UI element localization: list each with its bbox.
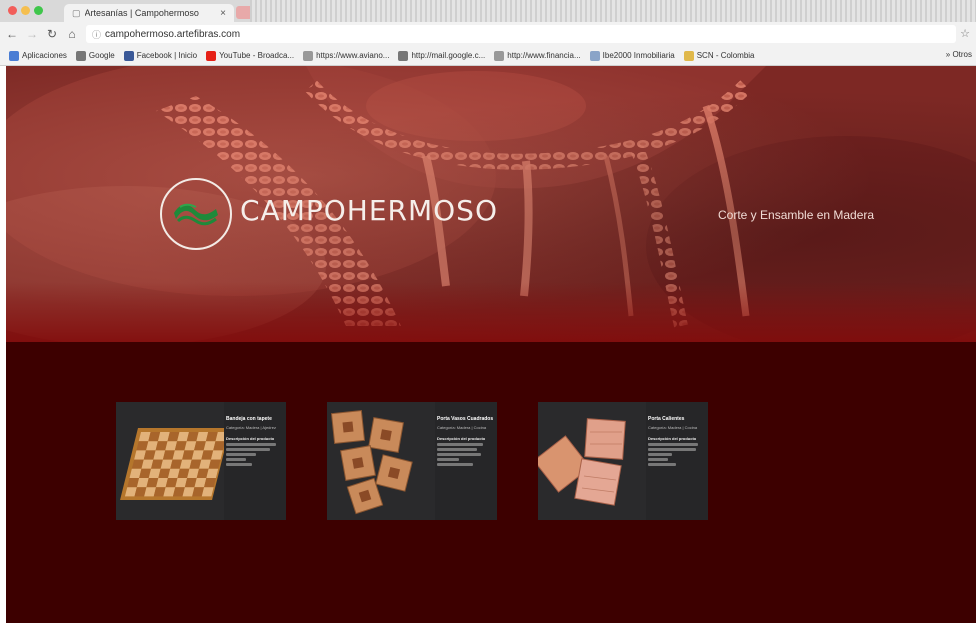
browser-toolbar: ← → ↻ ⌂ ⓘ campohermoso.artefibras.com [0,22,976,46]
description-line [437,463,473,466]
description-line [226,453,256,456]
facebook-icon [123,50,134,61]
bookmark-item[interactable]: https://www.aviano... [303,50,390,61]
product-title: Porta Vasos Cuadrados [437,416,494,422]
google-icon [398,50,409,61]
product-card-text: Bandeja con tapete Categoría: Madera | A… [226,416,284,468]
trivets-image [538,402,646,520]
bookmark-label: https://www.aviano... [316,51,390,60]
maximize-window-icon[interactable] [34,6,43,15]
bookmark-item[interactable]: Facebook | Inicio [123,50,198,61]
product-card-chessboard-tray[interactable]: Bandeja con tapete Categoría: Madera | A… [116,402,286,520]
description-line [648,463,676,466]
browser-tab-strip: ▢ Artesanías | Campohermoso × [0,0,976,22]
google-icon [75,50,86,61]
products-section: Bandeja con tapete Categoría: Madera | A… [6,342,976,623]
folder-icon [589,50,600,61]
bookmark-label: http://mail.google.c... [411,51,486,60]
hero-banner: CAMPOHERMOSO Corte y Ensamble en Madera [6,66,976,342]
minimize-window-icon[interactable] [21,6,30,15]
close-window-icon[interactable] [8,6,17,15]
description-line [648,453,672,456]
bookmark-item[interactable]: Aplicaciones [9,50,67,61]
hero-bottom-fade [6,282,976,342]
product-description-title: Descripción del producto [648,436,697,441]
close-tab-icon[interactable]: × [220,8,226,19]
product-card-square-coasters[interactable]: Porta Vasos Cuadrados Categoría: Madera … [327,402,497,520]
chessboard-tray-image [116,402,224,520]
bookmark-item[interactable]: http://www.financia... [494,50,581,61]
description-line [437,443,483,446]
home-icon[interactable]: ⌂ [64,27,80,41]
window-controls [8,6,43,15]
description-line [648,458,668,461]
site-tagline: Corte y Ensamble en Madera [718,208,875,222]
product-subtitle: Categoría: Madera | Ajedrez [226,425,276,430]
back-icon[interactable]: ← [4,27,20,41]
bookmark-label: http://www.financia... [507,51,581,60]
forward-icon[interactable]: → [24,27,40,41]
bookmark-label: SCN - Colombia [696,51,755,60]
reload-icon[interactable]: ↻ [44,27,60,41]
product-card-text: Porta Calientes Categoría: Madera | Coci… [648,416,706,468]
logo-emblem-icon [174,203,218,226]
page-icon [303,50,314,61]
description-line [437,453,481,456]
product-subtitle: Categoría: Madera | Cocina [437,425,487,430]
bookmark-item[interactable]: SCN - Colombia [683,50,755,61]
description-line [226,463,252,466]
product-title: Porta Calientes [648,416,685,422]
brand-logo[interactable] [160,178,232,250]
folder-icon [683,50,694,61]
address-bar[interactable]: ⓘ campohermoso.artefibras.com [86,25,956,43]
bookmark-item[interactable]: Google [75,50,115,61]
bookmark-item[interactable]: YouTube - Broadca... [206,50,295,61]
description-line [648,448,696,451]
product-description-title: Descripción del producto [226,436,275,441]
url-text: campohermoso.artefibras.com [105,28,241,40]
product-card-trivets[interactable]: Porta Calientes Categoría: Madera | Coci… [538,402,708,520]
bookmark-item[interactable]: Ibe2000 Inmobiliaria [589,50,675,61]
product-card-text: Porta Vasos Cuadrados Categoría: Madera … [437,416,495,468]
youtube-icon [206,50,217,61]
description-line [226,443,276,446]
bookmark-label: Aplicaciones [22,51,67,60]
page-icon [494,50,505,61]
bookmark-label: YouTube - Broadca... [219,51,295,60]
description-line [226,448,270,451]
bookmark-item[interactable]: http://mail.google.c... [398,50,486,61]
description-line [437,448,477,451]
product-title: Bandeja con tapete [226,416,272,422]
page-favicon-icon: ▢ [72,7,81,18]
square-coasters-image [327,402,435,520]
bookmark-label: Facebook | Inicio [136,51,198,60]
other-bookmarks-button[interactable]: » Otros [946,50,972,59]
bookmark-label: Google [88,51,115,60]
apps-icon [9,50,19,61]
description-line [648,443,698,446]
product-subtitle: Categoría: Madera | Cocina [648,425,698,430]
tab-strip-background [250,0,976,22]
description-line [437,458,459,461]
bookmark-label: Ibe2000 Inmobiliaria [602,51,675,60]
brand-name[interactable]: CAMPOHERMOSO [240,194,498,227]
bookmarks-bar: Aplicaciones Google Facebook | Inicio YouTu… [0,46,976,66]
product-description-title: Descripción del producto [437,436,486,441]
tab-title: Artesanías | Campohermoso [84,8,199,18]
browser-tab-active[interactable]: ▢ Artesanías | Campohermoso × [64,4,234,22]
web-page: CAMPOHERMOSO Corte y Ensamble en Madera … [6,66,976,623]
description-line [226,458,246,461]
site-info-icon[interactable]: ⓘ [92,28,101,41]
bookmark-star-icon[interactable]: ☆ [960,27,970,40]
